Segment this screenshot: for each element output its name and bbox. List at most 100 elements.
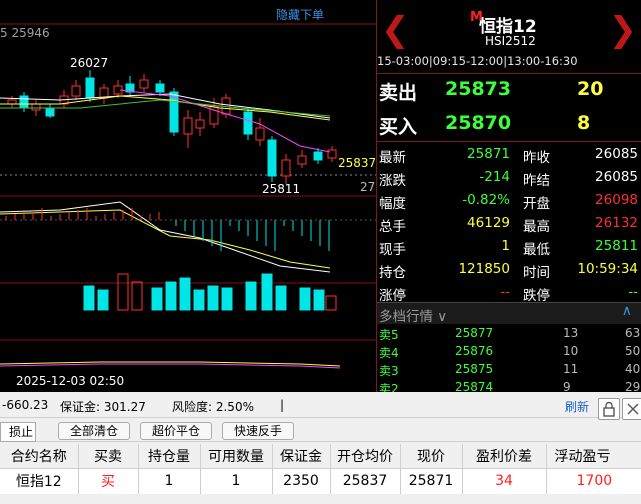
volume-bar (325, 295, 337, 311)
stat-low-label: 最低 (523, 242, 550, 258)
stat-volume-label: 总手 (379, 219, 406, 235)
stat-prev-settle-label: 昨结 (523, 173, 550, 189)
depth-header[interactable]: 多档行情 ∨ ∧ (377, 302, 641, 325)
margin-text: 保证金: 301.27 (60, 400, 146, 414)
depth-label: 卖4 (379, 346, 399, 360)
cell-position: 1 (138, 468, 201, 494)
stat-pct: -0.82% (462, 192, 510, 208)
stat-change-label: 涨跌 (379, 173, 406, 189)
bid-ask-box: 卖出 25873 20 买入 25870 8 (377, 74, 641, 142)
account-bar-truncated: | (280, 398, 285, 412)
candle-body (267, 139, 277, 177)
cell-open-avg: 25837 (330, 468, 401, 494)
col-header[interactable]: 可用数量 (200, 444, 273, 469)
volume-bar (221, 287, 233, 311)
ask-price: 25873 (445, 78, 512, 100)
risk-text: 风险度: 2.50% (172, 400, 254, 414)
volume-bar (179, 277, 191, 311)
stat-pct-label: 幅度 (379, 196, 406, 212)
stat-prev-settle: 26085 (595, 169, 638, 185)
cell-contract: 恒指12 (0, 468, 79, 494)
depth-volume: 9 (563, 380, 571, 392)
depth-volume-2: 63 (625, 326, 641, 340)
volume-bar (275, 285, 287, 311)
candle-body (155, 83, 165, 93)
col-header[interactable]: 开仓均价 (330, 444, 401, 469)
stat-open-label: 开盘 (523, 196, 550, 212)
stat-limit-up: -- (500, 284, 510, 300)
candle-body (255, 127, 265, 141)
close-icon[interactable] (622, 398, 641, 420)
depth-volume-2: 40 (625, 362, 641, 376)
col-header[interactable]: 保证金 (272, 444, 331, 469)
col-header[interactable]: 浮动盈亏 (546, 444, 641, 469)
volume-bar (299, 287, 311, 311)
volume-bar (83, 285, 95, 311)
depth-row[interactable]: 卖4 25876 10 50 (377, 344, 641, 362)
lock-icon[interactable] (598, 398, 620, 420)
depth-label: 卖2 (379, 382, 399, 392)
stat-oi: 121850 (458, 261, 510, 277)
volume-bar (131, 281, 143, 311)
depth-row[interactable]: 卖2 25874 9 29 (377, 380, 641, 392)
col-header[interactable]: 现价 (400, 444, 463, 469)
depth-price: 25877 (455, 326, 494, 340)
depth-volume: 13 (563, 326, 579, 340)
prev-contract-icon[interactable]: ❮ (381, 10, 410, 50)
side-number: 27 (360, 180, 376, 194)
candle-body (19, 95, 29, 109)
bid-row[interactable]: 买入 25870 8 (377, 108, 641, 142)
volume-bar (151, 287, 163, 311)
stat-cur-label: 现手 (379, 242, 406, 258)
depth-price: 25874 (455, 380, 494, 392)
current-price-tag: 25837 (338, 156, 377, 170)
candle-body (71, 85, 81, 97)
kline-chart[interactable]: 隐藏下单 5 25946 26027 25811 25837 27 2025-1… (0, 0, 376, 392)
close-all-button[interactable]: 全部清仓 (58, 422, 130, 440)
oi-line (0, 363, 341, 369)
volume-bar (207, 285, 219, 311)
candle-body (139, 79, 149, 89)
stat-high: 26132 (595, 215, 638, 231)
depth-volume: 11 (563, 362, 579, 376)
refresh-link[interactable]: 刷新 (565, 398, 589, 415)
hide-order-link[interactable]: 隐藏下单 (276, 6, 324, 23)
table-row[interactable]: 恒指12 买 1 1 2350 25837 25871 34 1700 (0, 468, 641, 494)
next-contract-icon[interactable]: ❯ (609, 10, 638, 50)
tab-stop-loss[interactable]: 损止盈 (0, 422, 36, 442)
double-chevron-down-icon: ∨ (437, 309, 448, 325)
candle-body (183, 117, 193, 135)
chevron-up-icon[interactable]: ∧ (622, 303, 632, 319)
stat-change: -214 (479, 169, 510, 185)
quote-panel: ❮ M 恒指12 HSI2512 ❯ 15-03:00|09:15-12:00|… (376, 0, 641, 392)
low-price-label: 25811 (262, 182, 301, 196)
stat-last: 25871 (467, 146, 510, 162)
volume-bar (117, 273, 129, 311)
volume-bar (245, 281, 257, 311)
depth-price: 25875 (455, 362, 494, 376)
candle-body (327, 149, 337, 159)
col-header[interactable]: 持仓量 (138, 444, 201, 469)
stat-open: 26098 (595, 192, 638, 208)
col-header[interactable]: 合约名称 (0, 444, 79, 469)
close-at-market-button[interactable]: 超价平仓 (140, 422, 212, 440)
candle-body (243, 111, 253, 135)
volume-bar (261, 273, 273, 311)
ask-row[interactable]: 卖出 25873 20 (377, 74, 641, 108)
ask-volume: 20 (577, 78, 604, 100)
account-balance: -660.23 (2, 398, 49, 412)
ma-label: 5 25946 (0, 26, 50, 40)
stat-time-label: 时间 (523, 265, 550, 281)
col-header[interactable]: 买卖 (78, 444, 139, 469)
depth-row[interactable]: 卖3 25875 11 40 (377, 362, 641, 380)
depth-volume-2: 29 (625, 380, 641, 392)
depth-row[interactable]: 卖5 25877 13 63 (377, 326, 641, 344)
volume-bar (97, 289, 109, 311)
chart-datetime: 2025-12-03 02:50 (16, 374, 125, 388)
bid-volume: 8 (577, 112, 591, 134)
cell-float-pnl: 1700 (546, 468, 641, 494)
quick-reverse-button[interactable]: 快速反手 (222, 422, 294, 440)
table-header-row: 合约名称 买卖 持仓量 可用数量 保证金 开仓均价 现价 盈利价差 浮动盈亏 (0, 444, 641, 469)
col-header[interactable]: 盈利价差 (462, 444, 547, 469)
cell-price: 25871 (400, 468, 463, 494)
